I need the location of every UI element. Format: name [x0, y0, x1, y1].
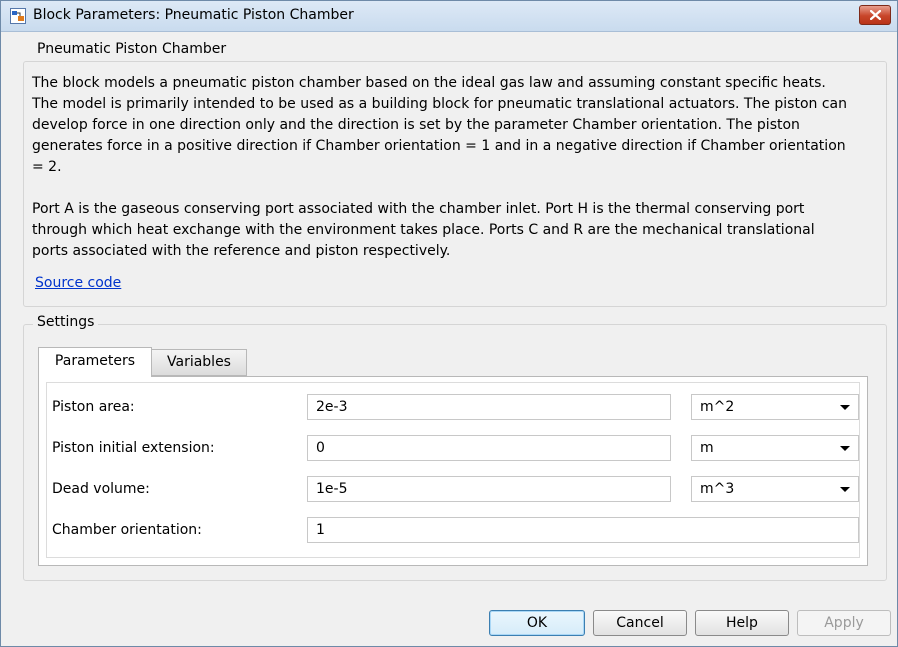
description-line: Port A is the gaseous conserving port as… [32, 201, 805, 217]
piston-initial-extension-unit-value: m [700, 440, 714, 456]
dead-volume-input[interactable]: 1e-5 [307, 476, 671, 502]
description-paragraph-1: The block models a pneumatic piston cham… [32, 73, 862, 178]
apply-button[interactable]: Apply [797, 610, 891, 636]
chamber-orientation-label: Chamber orientation: [52, 522, 202, 538]
dead-volume-label: Dead volume: [52, 481, 150, 497]
ok-button[interactable]: OK [489, 610, 585, 636]
title-bar[interactable]: Block Parameters: Pneumatic Piston Chamb… [1, 1, 897, 32]
chevron-down-icon [840, 487, 850, 492]
description-line: through which heat exchange with the env… [32, 222, 815, 238]
simulink-block-icon [10, 8, 26, 24]
piston-area-unit-select[interactable]: m^2 [691, 394, 859, 420]
piston-area-unit-value: m^2 [700, 399, 735, 415]
dead-volume-unit-select[interactable]: m^3 [691, 476, 859, 502]
piston-initial-extension-input[interactable]: 0 [307, 435, 671, 461]
close-icon [870, 10, 881, 20]
source-code-link[interactable]: Source code [35, 275, 121, 291]
close-button[interactable] [859, 5, 891, 25]
description-line: The block models a pneumatic piston cham… [32, 75, 826, 91]
window-title: Block Parameters: Pneumatic Piston Chamb… [33, 7, 354, 23]
chevron-down-icon [840, 405, 850, 410]
description-line: ports associated with the reference and … [32, 243, 451, 259]
piston-area-label: Piston area: [52, 399, 135, 415]
description-line: The model is primarily intended to be us… [32, 96, 848, 112]
help-button[interactable]: Help [695, 610, 789, 636]
description-group-label: Pneumatic Piston Chamber [33, 41, 231, 57]
tab-variables[interactable]: Variables [152, 349, 247, 376]
piston-initial-extension-label: Piston initial extension: [52, 440, 215, 456]
description-line: = 2. [32, 159, 62, 175]
chevron-down-icon [840, 446, 850, 451]
settings-group-label: Settings [33, 314, 99, 330]
tab-parameters[interactable]: Parameters [38, 347, 152, 377]
piston-initial-extension-unit-select[interactable]: m [691, 435, 859, 461]
description-paragraph-2: Port A is the gaseous conserving port as… [32, 199, 862, 262]
dead-volume-unit-value: m^3 [700, 481, 735, 497]
piston-area-input[interactable]: 2e-3 [307, 394, 671, 420]
description-line: generates force in a positive direction … [32, 138, 846, 154]
description-line: develop force in one direction only and … [32, 117, 800, 133]
dialog-window: Block Parameters: Pneumatic Piston Chamb… [0, 0, 898, 647]
chamber-orientation-input[interactable]: 1 [307, 517, 859, 543]
cancel-button[interactable]: Cancel [593, 610, 687, 636]
